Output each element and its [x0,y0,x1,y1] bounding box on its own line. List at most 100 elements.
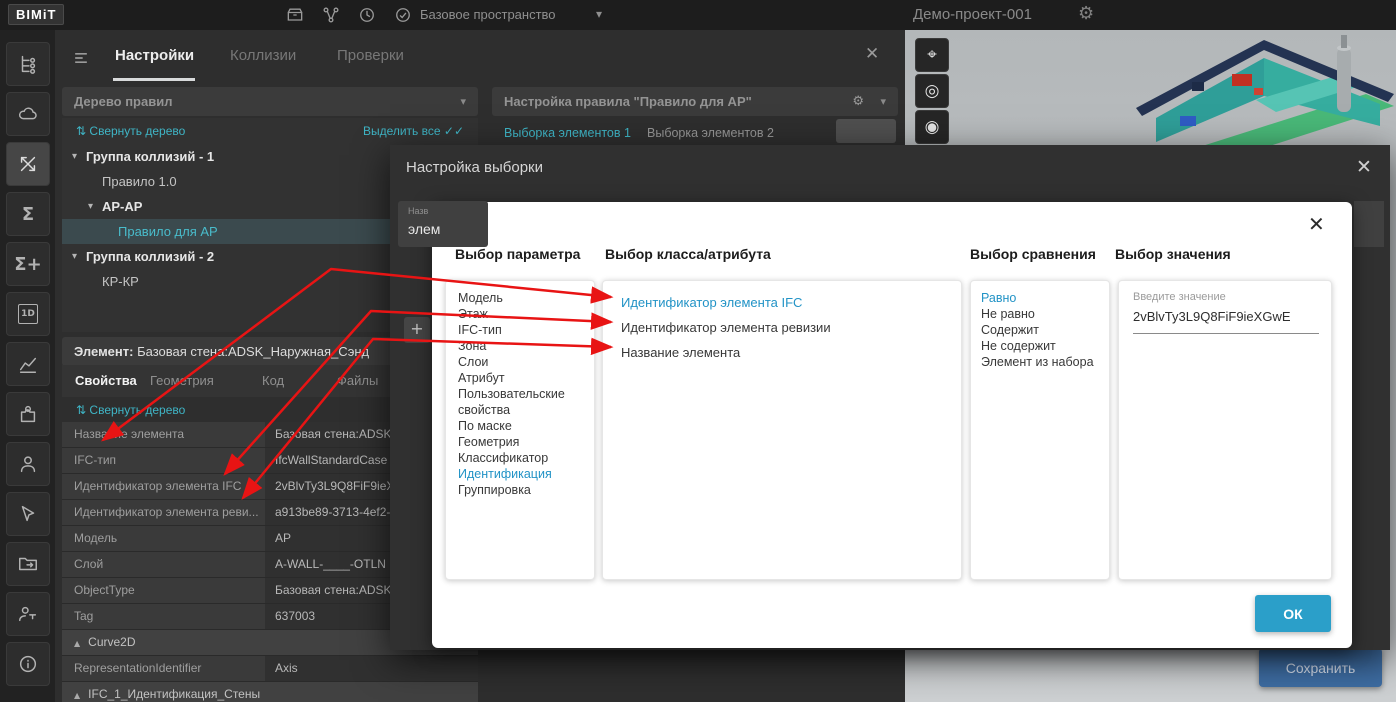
rules-tree-title: Дерево правил [74,87,172,116]
list-item[interactable]: Геометрия [458,434,588,450]
tab-files[interactable]: Файлы [337,373,378,388]
list-item[interactable]: Классификатор [458,450,588,466]
sidebar-user-access-icon[interactable] [6,592,50,636]
workspace-selector[interactable]: Базовое пространство [420,7,556,22]
tab-selection-2[interactable]: Выборка элементов 2 [647,126,774,140]
sidebar-sum-plus-icon[interactable]: Σ+ [6,242,50,286]
add-condition-button[interactable]: + [404,317,430,343]
value-input-placeholder: Введите значение [1133,291,1226,303]
list-item[interactable]: По маске [458,418,588,434]
sidebar-structure-tree-icon[interactable] [6,42,50,86]
rule-name-value: элем [408,221,440,237]
sidebar-puzzle-icon[interactable] [6,392,50,436]
sidebar-collisions-icon[interactable] [6,142,50,186]
rule-settings-title: Настройка правила "Правило для АР" [504,87,752,116]
list-item[interactable]: Модель [458,290,588,306]
tab-settings-underline [113,78,195,81]
list-item[interactable]: Атрибут [458,370,588,386]
list-item[interactable]: Элемент из набора [981,354,1103,370]
table-row[interactable]: RepresentationIdentifierAxis [62,656,478,682]
rule-settings-header[interactable]: Настройка правила "Правило для АР" ⚙ ▾ [492,87,898,116]
list-item[interactable]: Не содержит [981,338,1103,354]
modal-title: Настройка выборки [406,159,543,176]
value-input-underline [1133,333,1319,334]
caret-down-icon[interactable]: ▾ [72,244,77,269]
tab-properties[interactable]: Свойства [75,373,137,388]
workspace-caret-icon[interactable]: ▾ [596,7,602,21]
rule-name-label: Назв [408,206,428,216]
attr-list: Идентификатор элемента IFC Идентификатор… [602,280,962,580]
tab-settings[interactable]: Настройки [115,47,194,64]
list-item-selected[interactable]: Идентификатор элемента IFC [621,290,955,315]
tab-selection-1[interactable]: Выборка элементов 1 [504,126,631,147]
package-icon[interactable] [283,3,307,27]
select-all-button[interactable]: Выделить все ✓✓ [363,124,464,138]
list-item[interactable]: Пользовательские свойства [458,386,588,418]
panel-close-icon[interactable]: ✕ [865,44,879,64]
caret-down-icon[interactable]: ▾ [72,144,77,169]
history-globe-icon[interactable] [355,3,379,27]
list-item[interactable]: Идентификатор элемента ревизии [621,315,955,340]
rule-settings-control[interactable] [836,119,896,143]
collapse-section-icon[interactable]: ▲ [74,639,80,648]
list-item[interactable]: Слои [458,354,588,370]
modal-field-fragment [1354,201,1384,247]
focus-dot-icon[interactable]: ◉ [915,110,949,144]
list-item-selected[interactable]: Равно [981,290,1103,306]
tab-checks[interactable]: Проверки [337,47,404,64]
list-item[interactable]: Название элемента [621,340,955,365]
hierarchy-icon[interactable] [319,3,343,27]
app-root: BIMiT Базовое пространство ▾ Демо-проект… [0,0,1396,702]
rule-settings-caret-icon[interactable]: ▾ [880,87,886,116]
element-name: Базовая стена:ADSK_Наружная_Сэнд [137,344,369,359]
selection-picker-panel: ✕ Выбор параметра Выбор класса/атрибута … [432,202,1352,648]
sidebar: Σ Σ+ 1D [0,30,55,702]
save-button[interactable]: Сохранить [1259,648,1382,687]
focus-target-icon[interactable]: ◎ [915,74,949,108]
tab-code[interactable]: Код [262,373,284,388]
rules-tree-caret-icon[interactable]: ▾ [460,87,466,116]
picker-close-icon[interactable]: ✕ [1308,212,1325,236]
value-column-header: Выбор значения [1115,246,1231,262]
caret-down-icon[interactable]: ▾ [88,194,93,219]
sidebar-sum-icon[interactable]: Σ [6,192,50,236]
compare-column-header: Выбор сравнения [970,246,1096,262]
sidebar-folder-export-icon[interactable] [6,542,50,586]
ok-button[interactable]: ОК [1255,595,1331,632]
list-item[interactable]: Этаж [458,306,588,322]
tab-geometry[interactable]: Геометрия [150,373,214,388]
collapse-tree-button[interactable]: ⇅ Свернуть дерево [76,124,185,138]
sidebar-chart-icon[interactable] [6,342,50,386]
sidebar-info-icon[interactable] [6,642,50,686]
sidebar-pointer-icon[interactable] [6,492,50,536]
param-list: Модель Этаж IFC-тип Зона Слои Атрибут По… [445,280,595,580]
panel-menu-icon[interactable] [71,48,91,73]
list-item[interactable]: Зона [458,338,588,354]
rules-tree-header[interactable]: Дерево правил ▾ [62,87,478,116]
sidebar-1d-panel-icon[interactable]: 1D [6,292,50,336]
app-logo: BIMiT [8,4,64,25]
list-item[interactable]: Группировка [458,482,588,498]
list-item[interactable]: IFC-тип [458,322,588,338]
modal-close-icon[interactable]: ✕ [1356,156,1372,178]
list-item-selected[interactable]: Идентификация [458,466,588,482]
check-circle-icon[interactable] [391,3,415,27]
project-settings-gear-icon[interactable]: ⚙ [1078,3,1094,24]
collapse-properties-button[interactable]: ⇅ Свернуть дерево [76,403,185,417]
list-item[interactable]: Содержит [981,322,1103,338]
list-item[interactable]: Не равно [981,306,1103,322]
attr-column-header: Выбор класса/атрибута [605,246,771,262]
compare-list: Равно Не равно Содержит Не содержит Элем… [970,280,1110,580]
tree-toolbar: ⇅ Свернуть дерево Выделить все ✓✓ [62,118,478,144]
rule-name-field[interactable]: Назв элем [398,201,488,247]
sidebar-user-icon[interactable] [6,442,50,486]
focus-frame-icon[interactable]: ⌖ [915,38,949,72]
value-input[interactable]: 2vBlvTy3L9Q8FiF9ieXGwE [1133,309,1291,324]
tab-collisions[interactable]: Коллизии [230,47,296,64]
rule-settings-gear-icon[interactable]: ⚙ [852,87,864,116]
table-group-ifc-identification[interactable]: ▲IFC_1_Идентификация_Стены [62,682,478,702]
sidebar-cloud-sync-icon[interactable] [6,92,50,136]
collapse-section-icon[interactable]: ▲ [74,691,80,700]
topbar-tools [283,3,415,27]
project-title: Демо-проект-001 [913,6,1032,23]
